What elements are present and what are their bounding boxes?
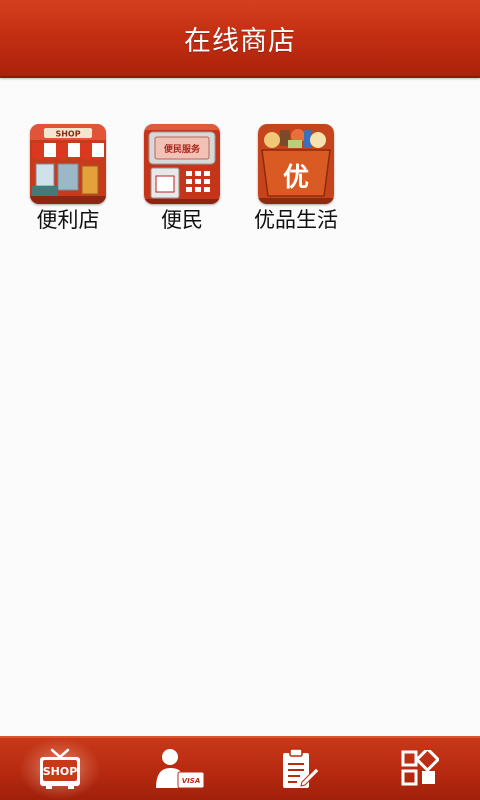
user-card-icon: VISA <box>156 749 205 789</box>
app-convenience-store[interactable]: SHOP 便利店 <box>13 124 123 233</box>
shop-tv-icon: SHOP <box>40 748 80 789</box>
atm-service-icon: 便民服务 <box>144 124 220 204</box>
svg-text:SHOP: SHOP <box>43 765 78 778</box>
header-bar: 在线商店 <box>0 0 480 78</box>
bottom-tab-bar: SHOP VISA <box>0 736 480 800</box>
app-label: 便民 <box>161 208 203 232</box>
svg-text:优: 优 <box>283 163 309 193</box>
app-convenience-service[interactable]: 便民服务 便民 <box>127 124 237 233</box>
tab-user-account[interactable]: VISA <box>120 738 240 800</box>
app-label: 优品生活 <box>254 208 338 232</box>
grid-apps-icon <box>401 750 439 786</box>
svg-text:VISA: VISA <box>182 777 200 785</box>
screen: 在线商店 SHOP 便利店 便民服务 便民 优 优品生活 SHOP VISA <box>0 0 480 800</box>
tab-more[interactable] <box>360 738 480 800</box>
svg-text:SHOP: SHOP <box>55 130 80 139</box>
notepad-edit-icon <box>283 748 320 788</box>
app-label: 便利店 <box>36 208 100 232</box>
youpin-basket-icon: 优 <box>258 124 334 204</box>
page-title: 在线商店 <box>184 25 296 57</box>
tab-shop[interactable]: SHOP <box>0 738 120 800</box>
shop-icon: SHOP <box>30 124 106 204</box>
app-youpin-life[interactable]: 优 优品生活 <box>241 124 351 233</box>
tab-orders[interactable] <box>240 738 360 800</box>
svg-text:便民服务: 便民服务 <box>164 143 201 155</box>
